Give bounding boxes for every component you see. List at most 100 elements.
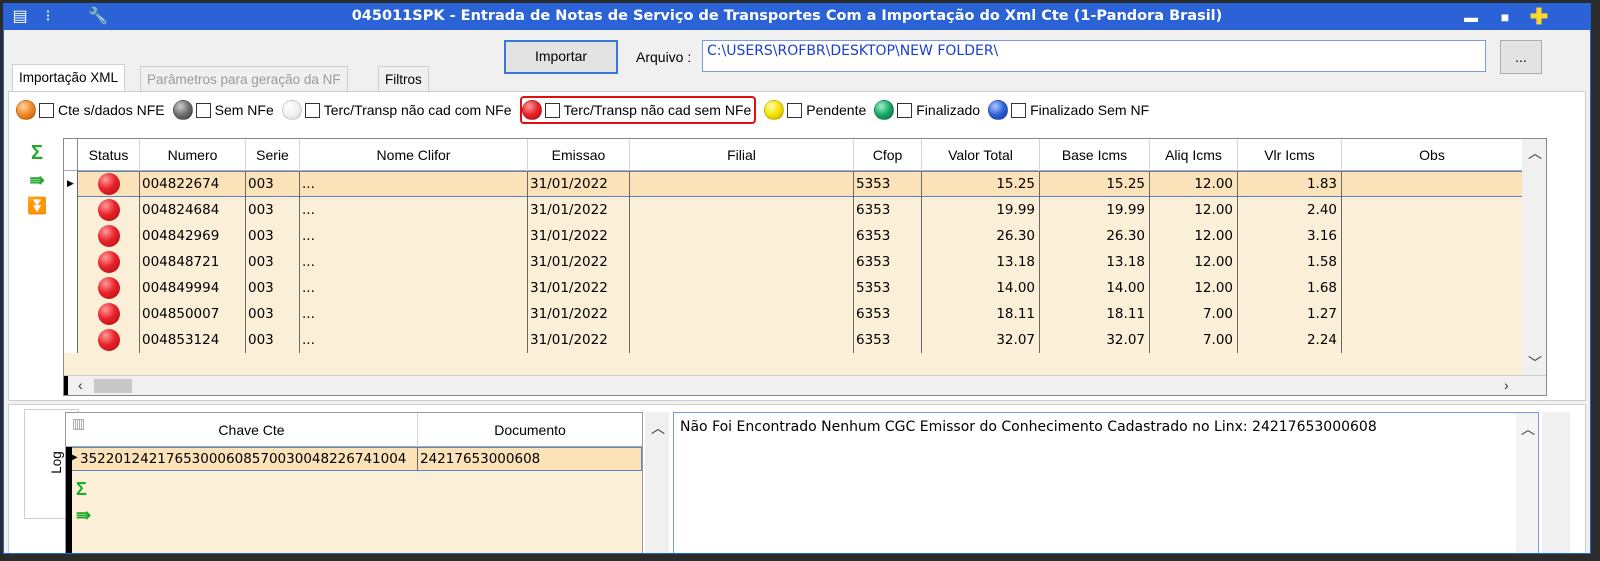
close-button[interactable]: ✚ bbox=[1528, 6, 1550, 28]
status-cell bbox=[78, 171, 140, 197]
cell-base-icms: 14.00 bbox=[1040, 275, 1150, 301]
traffic-light-icon[interactable]: ⁝ bbox=[38, 7, 58, 27]
panel-scrollbar[interactable] bbox=[1542, 412, 1570, 553]
cell-emissao: 31/01/2022 bbox=[528, 327, 630, 353]
cell-valor-total: 18.11 bbox=[922, 301, 1040, 327]
log-grid-scrollbar[interactable]: ︿ bbox=[645, 412, 669, 553]
col-filial[interactable]: Filial bbox=[630, 139, 854, 171]
log-row[interactable]: ▶ 35220124217653000608570030048226741004… bbox=[66, 447, 642, 471]
filter-checkbox[interactable] bbox=[195, 102, 211, 118]
cell-valor-total: 15.25 bbox=[922, 171, 1040, 197]
filter-checkbox[interactable] bbox=[787, 102, 803, 118]
legend-item-cte-sem-dados: Cte s/dados NFE bbox=[16, 100, 165, 120]
col-nome-clifor[interactable]: Nome Clifor bbox=[300, 139, 528, 171]
col-status[interactable]: Status bbox=[78, 139, 140, 171]
table-row[interactable]: 004842969 003... 31/01/2022 6353 26.30 26.30 1… bbox=[64, 223, 1546, 249]
cell-serie: 003 bbox=[246, 171, 300, 197]
table-row[interactable]: 004849994 003... 31/01/2022 5353 14.00 14.00 1… bbox=[64, 275, 1546, 301]
blue-ball-icon bbox=[988, 100, 1009, 120]
columns-icon[interactable]: ▥ bbox=[72, 415, 85, 432]
col-base-icms[interactable]: Base Icms bbox=[1040, 139, 1150, 171]
import-button[interactable]: Importar bbox=[504, 40, 618, 74]
scroll-down-arrow-icon[interactable]: ﹀ bbox=[1528, 353, 1542, 373]
row-indicator-header bbox=[64, 139, 78, 171]
cell-nome-clifor: ... bbox=[300, 197, 528, 223]
legend-item-sem-nfe: Sem NFe bbox=[172, 100, 274, 120]
status-cell bbox=[78, 301, 140, 327]
filter-checkbox[interactable] bbox=[39, 102, 54, 118]
scroll-up-arrow-icon[interactable]: ︿ bbox=[651, 418, 665, 438]
filter-checkbox[interactable] bbox=[1011, 102, 1027, 118]
scroll-up-arrow-icon[interactable]: ︿ bbox=[1521, 419, 1535, 439]
table-row[interactable]: 004848721 003... 31/01/2022 6353 13.18 13.18 1… bbox=[64, 249, 1546, 275]
filter-down-icon[interactable]: ⏬ bbox=[26, 195, 48, 219]
col-numero[interactable]: Numero bbox=[140, 139, 246, 171]
grid-vertical-scrollbar[interactable]: ︿ ﹀ bbox=[1522, 139, 1546, 395]
export-icon[interactable]: ⇛ bbox=[26, 168, 48, 192]
legend-label: Pendente bbox=[806, 102, 867, 118]
grid-horizontal-scrollbar[interactable]: ‹ › bbox=[64, 375, 1546, 395]
cell-emissao: 31/01/2022 bbox=[528, 249, 630, 275]
minimize-button[interactable]: ▬ bbox=[1460, 6, 1482, 28]
tab-parametros[interactable]: Parâmetros para geração da NF bbox=[140, 66, 348, 94]
wrench-icon[interactable]: 🔧 bbox=[88, 7, 108, 27]
cell-serie: 003 bbox=[246, 197, 300, 223]
row-indicator[interactable] bbox=[64, 327, 78, 353]
col-documento[interactable]: Documento bbox=[418, 413, 642, 447]
scroll-right-arrow-icon[interactable]: › bbox=[1504, 377, 1509, 393]
col-serie[interactable]: Serie bbox=[246, 139, 300, 171]
cell-cfop: 5353 bbox=[854, 275, 922, 301]
menu-icon[interactable]: ▤ bbox=[10, 7, 30, 27]
row-indicator[interactable]: ▶ bbox=[64, 171, 78, 197]
cell-cfop: 6353 bbox=[854, 301, 922, 327]
cell-vlr-icms: 3.16 bbox=[1238, 223, 1342, 249]
col-vlr-icms[interactable]: Vlr Icms bbox=[1238, 139, 1342, 171]
row-indicator[interactable] bbox=[64, 301, 78, 327]
cell-base-icms: 19.99 bbox=[1040, 197, 1150, 223]
status-cell bbox=[78, 223, 140, 249]
cell-filial bbox=[630, 171, 854, 197]
row-indicator[interactable] bbox=[64, 197, 78, 223]
browse-button[interactable]: ... bbox=[1500, 40, 1542, 74]
tab-importacao-xml[interactable]: Importação XML bbox=[12, 64, 126, 94]
tab-filtros[interactable]: Filtros bbox=[378, 66, 429, 94]
notes-grid[interactable]: Status Numero Serie Nome Clifor Emissao … bbox=[63, 138, 1547, 396]
log-grid-header: ▥ Chave Cte Documento bbox=[66, 413, 642, 447]
table-row[interactable]: 004850007 003... 31/01/2022 6353 18.11 18.11 7… bbox=[64, 301, 1546, 327]
cell-nome-clifor: ... bbox=[300, 249, 528, 275]
sum-icon[interactable]: Σ bbox=[26, 141, 48, 165]
file-path-input[interactable]: C:\USERS\ROFBR\DESKTOP\NEW FOLDER\ bbox=[702, 40, 1486, 72]
scroll-left-arrow-icon[interactable]: ‹ bbox=[78, 377, 83, 393]
filter-checkbox[interactable] bbox=[544, 102, 560, 118]
scroll-thumb[interactable] bbox=[94, 379, 132, 393]
log-row-indicator bbox=[66, 447, 72, 553]
scroll-up-arrow-icon[interactable]: ︿ bbox=[1528, 143, 1542, 163]
filter-checkbox[interactable] bbox=[304, 102, 320, 118]
col-emissao[interactable]: Emissao bbox=[528, 139, 630, 171]
cell-cfop: 6353 bbox=[854, 327, 922, 353]
maximize-button[interactable]: ■ bbox=[1494, 6, 1516, 28]
col-cfop[interactable]: Cfop bbox=[854, 139, 922, 171]
log-message-box[interactable]: Não Foi Encontrado Nenhum CGC Emissor do… bbox=[673, 412, 1539, 553]
row-indicator[interactable] bbox=[64, 249, 78, 275]
message-scrollbar[interactable]: ︿ bbox=[1516, 413, 1538, 553]
table-row[interactable]: 004824684 003... 31/01/2022 6353 19.99 19.99 1… bbox=[64, 197, 1546, 223]
cell-obs bbox=[1342, 327, 1522, 353]
cell-nome-clifor: ... bbox=[300, 327, 528, 353]
log-sum-icon[interactable]: Σ bbox=[76, 479, 87, 500]
log-grid[interactable]: ▥ Chave Cte Documento ▶ 3522012421765300… bbox=[65, 412, 643, 553]
filter-checkbox[interactable] bbox=[897, 102, 913, 118]
cell-vlr-icms: 1.68 bbox=[1238, 275, 1342, 301]
col-aliq-icms[interactable]: Aliq Icms bbox=[1150, 139, 1238, 171]
log-export-icon[interactable]: ⇛ bbox=[76, 505, 91, 526]
title-bar: ▤ ⁝ 🔧 045011SPK - Entrada de Notas de Se… bbox=[4, 4, 1590, 30]
cell-emissao: 31/01/2022 bbox=[528, 223, 630, 249]
row-indicator[interactable] bbox=[64, 275, 78, 301]
row-indicator[interactable] bbox=[64, 223, 78, 249]
col-valor-total[interactable]: Valor Total bbox=[922, 139, 1040, 171]
col-chave-cte[interactable]: Chave Cte bbox=[86, 413, 418, 447]
col-obs[interactable]: Obs bbox=[1342, 139, 1522, 171]
table-row[interactable]: ▶ 004822674 003... 31/01/2022 5353 15.25 15.25… bbox=[64, 171, 1546, 197]
table-row[interactable]: 004853124 003... 31/01/2022 6353 32.07 32.07 7… bbox=[64, 327, 1546, 353]
cell-nome-clifor: ... bbox=[300, 171, 528, 197]
